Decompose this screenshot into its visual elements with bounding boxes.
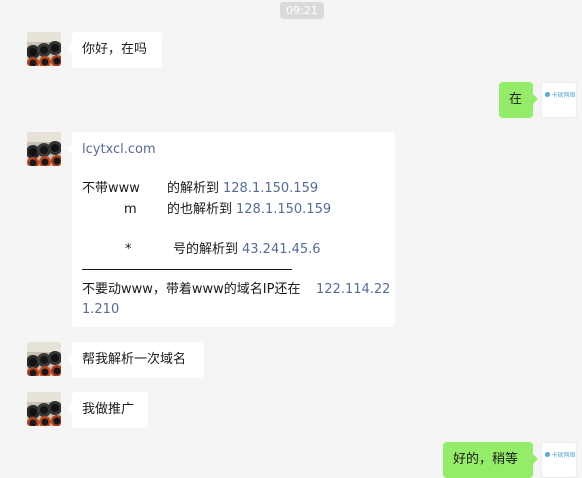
self-avatar[interactable]: 卡硕网络 — [541, 82, 577, 118]
message-text: 不带www — [82, 181, 140, 196]
message-bubble-outgoing[interactable]: 在 — [499, 82, 538, 118]
brand-logo-text: 卡硕网络 — [551, 452, 576, 459]
message-text: 我做推广 — [82, 402, 135, 417]
message-text: 号的解析到 — [173, 242, 239, 257]
ip-link[interactable]: 1.210 — [82, 301, 119, 319]
message-bubble-incoming[interactable]: 你好，在吗 — [67, 32, 162, 68]
contact-avatar[interactable] — [27, 132, 61, 166]
contact-avatar[interactable] — [27, 342, 61, 376]
ip-link[interactable]: 128.1.150.159 — [236, 201, 331, 219]
ip-link[interactable]: 43.241.45.6 — [242, 241, 321, 259]
ip-link[interactable]: 122.114.22 — [316, 281, 390, 299]
self-avatar[interactable]: 卡硕网络 — [541, 442, 577, 478]
message-text: 你好，在吗 — [82, 42, 148, 57]
message-text: 不要动www，带着www的域名IP还在 — [82, 282, 301, 297]
message-text: m — [124, 202, 137, 217]
contact-avatar[interactable] — [27, 392, 61, 426]
divider-line — [82, 269, 292, 270]
message-bubble-incoming[interactable]: lcytxcl.com 不带www 的解析到 128.1.150.159 m 的… — [67, 132, 395, 327]
brand-logo-text: 卡硕网络 — [551, 92, 576, 99]
message-bubble-outgoing[interactable]: 好的，稍等 — [443, 442, 538, 478]
ip-link[interactable]: 128.1.150.159 — [223, 180, 318, 198]
contact-avatar[interactable] — [27, 32, 61, 66]
message-text: 帮我解析一次域名 — [82, 352, 187, 367]
message-text: 的解析到 — [167, 181, 220, 196]
message-text: 在 — [509, 92, 523, 107]
message-bubble-incoming[interactable]: 我做推广 — [67, 392, 148, 428]
message-text: * — [125, 242, 132, 257]
message-text: 好的，稍等 — [453, 452, 519, 467]
domain-link[interactable]: lcytxcl.com — [82, 141, 156, 159]
chat-timestamp: 09:21 — [280, 2, 324, 19]
message-bubble-incoming[interactable]: 帮我解析一次域名 — [67, 342, 204, 378]
message-text: 的也解析到 — [167, 202, 233, 217]
